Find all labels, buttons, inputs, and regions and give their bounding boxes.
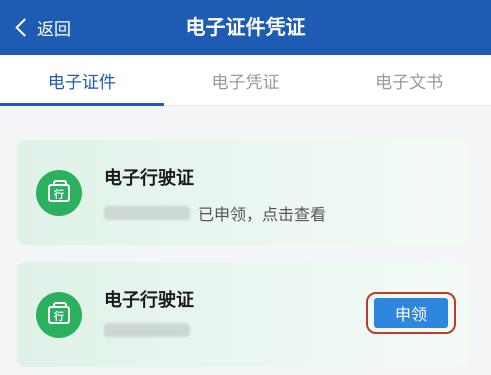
card-title: 电子行驶证 xyxy=(104,168,194,189)
apply-button[interactable]: 申领 xyxy=(374,298,448,328)
card-subline: 已申领，点击查看 xyxy=(104,201,326,225)
tab-electronic-certificates[interactable]: 电子证件 xyxy=(0,55,164,106)
claim-status: 已申领，点击查看 xyxy=(198,205,327,224)
license-icon: 行 xyxy=(48,302,70,324)
license-card-unclaimed: 行 电子行驶证 申领 xyxy=(17,262,468,367)
license-badge: 行 xyxy=(36,170,82,216)
chevron-left-icon xyxy=(15,18,34,37)
tab-electronic-vouchers[interactable]: 电子凭证 xyxy=(164,55,328,105)
license-badge: 行 xyxy=(36,292,82,338)
card-title: 电子行驶证 xyxy=(104,290,194,311)
redacted-plate-number xyxy=(104,206,190,220)
card-subline xyxy=(104,323,190,337)
license-card-claimed[interactable]: 行 电子行驶证 已申领，点击查看 xyxy=(17,140,468,245)
back-button[interactable]: 返回 xyxy=(14,0,71,55)
page-title: 电子证件凭证 xyxy=(185,15,306,39)
top-bar: 返回 电子证件凭证 xyxy=(0,0,491,55)
tab-bar: 电子证件 电子凭证 电子文书 xyxy=(0,55,491,106)
back-label: 返回 xyxy=(37,20,71,40)
license-icon: 行 xyxy=(48,180,70,202)
redacted-plate-number xyxy=(104,323,190,337)
tab-electronic-documents[interactable]: 电子文书 xyxy=(327,55,491,105)
